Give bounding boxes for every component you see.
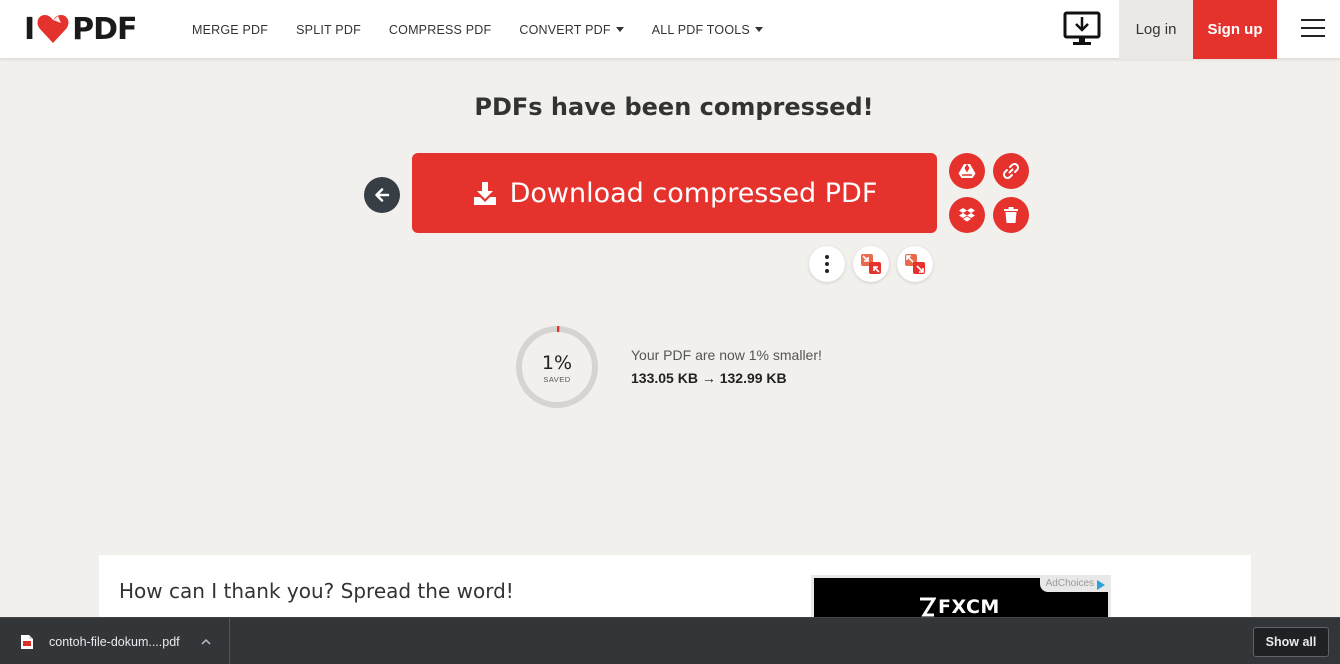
share-card-title: How can I thank you? Spread the word! (119, 579, 514, 603)
nav-label: CONVERT PDF (519, 22, 611, 37)
google-drive-icon (958, 164, 976, 178)
fxcm-logo-icon (920, 597, 936, 617)
link-icon (1002, 162, 1020, 180)
page-title: PDFs have been compressed! (474, 93, 874, 121)
ilovepdf-logo[interactable]: I PDF (24, 11, 138, 47)
save-to-dropbox-button[interactable] (949, 197, 985, 233)
nav-split-pdf[interactable]: SPLIT PDF (296, 23, 361, 37)
savings-label: 1% SAVED (514, 352, 600, 384)
menu-bar (1301, 19, 1325, 21)
download-icon (473, 182, 496, 205)
logo-text-i: I (24, 11, 35, 47)
caret-down-icon (615, 27, 624, 32)
top-header: I PDF MERGE PDF SPLIT PDF COMPRESS PDF C… (0, 0, 1340, 59)
arrow-left-icon (375, 188, 390, 202)
adchoices-badge[interactable]: AdChoices (1039, 578, 1108, 592)
nav-convert-pdf[interactable]: CONVERT PDF (519, 22, 624, 37)
hamburger-menu-button[interactable] (1301, 19, 1325, 39)
more-options-button[interactable] (809, 246, 845, 282)
download-compressed-pdf-button[interactable]: Download compressed PDF (412, 153, 937, 233)
dropbox-icon (959, 208, 975, 222)
caret-down-icon (754, 27, 763, 32)
compress-again-button[interactable] (853, 246, 889, 282)
saved-caption: SAVED (543, 375, 571, 384)
nav-merge-pdf[interactable]: MERGE PDF (192, 23, 268, 37)
show-all-downloads-button[interactable]: Show all (1253, 627, 1329, 657)
browser-download-bar: contoh-file-dokum....pdf Show all (0, 617, 1340, 664)
pdf-file-icon (21, 634, 33, 649)
file-size-comparison: 133.05 KB → 132.99 KB (631, 370, 787, 386)
save-to-google-drive-button[interactable] (949, 153, 985, 189)
logo-text-pdf: PDF (72, 11, 137, 47)
result-message: Your PDF are now 1% smaller! (631, 347, 822, 363)
download-button-label: Download compressed PDF (509, 177, 878, 209)
trash-icon (1004, 207, 1018, 223)
nav-compress-pdf[interactable]: COMPRESS PDF (389, 23, 491, 37)
login-button[interactable]: Log in (1119, 0, 1193, 59)
back-button[interactable] (364, 177, 400, 213)
nav-label: MERGE PDF (192, 22, 269, 37)
expand-icon (905, 254, 925, 274)
main-nav: MERGE PDF SPLIT PDF COMPRESS PDF CONVERT… (192, 0, 791, 59)
menu-bar (1301, 35, 1325, 37)
delete-button[interactable] (993, 197, 1029, 233)
nav-label: ALL PDF TOOLS (651, 22, 750, 37)
chevron-up-icon[interactable] (200, 636, 212, 648)
resize-pdf-button[interactable] (897, 246, 933, 282)
desktop-app-button[interactable] (1062, 11, 1102, 47)
nav-all-pdf-tools[interactable]: ALL PDF TOOLS (652, 23, 763, 37)
savings-percent: 1% (541, 352, 573, 374)
share-link-button[interactable] (993, 153, 1029, 189)
signup-button[interactable]: Sign up (1193, 0, 1277, 59)
share-card: How can I thank you? Spread the word! Ad… (99, 555, 1251, 625)
download-file-name: contoh-file-dokum....pdf (49, 634, 180, 649)
nav-label: COMPRESS PDF (388, 22, 492, 37)
compress-icon (861, 254, 881, 274)
more-vertical-icon (825, 255, 829, 273)
ad-brand: FXCM (938, 596, 1000, 618)
desktop-download-icon (1063, 11, 1101, 45)
heart-icon (37, 15, 69, 43)
nav-label: SPLIT PDF (296, 22, 361, 37)
menu-bar (1301, 27, 1325, 29)
download-item[interactable]: contoh-file-dokum....pdf (0, 618, 230, 664)
